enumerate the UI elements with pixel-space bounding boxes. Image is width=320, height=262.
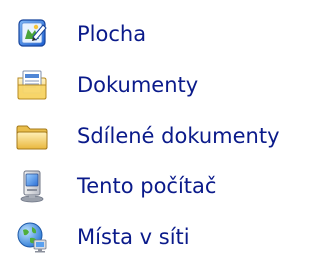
places-item-label: Dokumenty	[77, 73, 199, 97]
places-item-network-places[interactable]: Místa v síti	[15, 219, 190, 255]
my-computer-icon	[15, 169, 49, 203]
documents-icon	[15, 68, 49, 102]
places-item-my-computer[interactable]: Tento počítač	[15, 168, 216, 204]
places-item-shared-documents[interactable]: Sdílené dokumenty	[15, 118, 280, 154]
places-item-label: Tento počítač	[77, 174, 217, 198]
network-places-icon	[15, 220, 49, 254]
places-item-label: Místa v síti	[77, 225, 190, 249]
places-item-desktop[interactable]: Plocha	[15, 16, 146, 52]
places-item-label: Plocha	[77, 22, 147, 46]
shared-documents-folder-icon	[15, 119, 49, 153]
places-item-documents[interactable]: Dokumenty	[15, 67, 198, 103]
places-list: Plocha Dokumenty Sdílené dokumenty Tento…	[0, 0, 319, 262]
places-item-label: Sdílené dokumenty	[77, 124, 280, 148]
desktop-icon	[15, 17, 49, 51]
